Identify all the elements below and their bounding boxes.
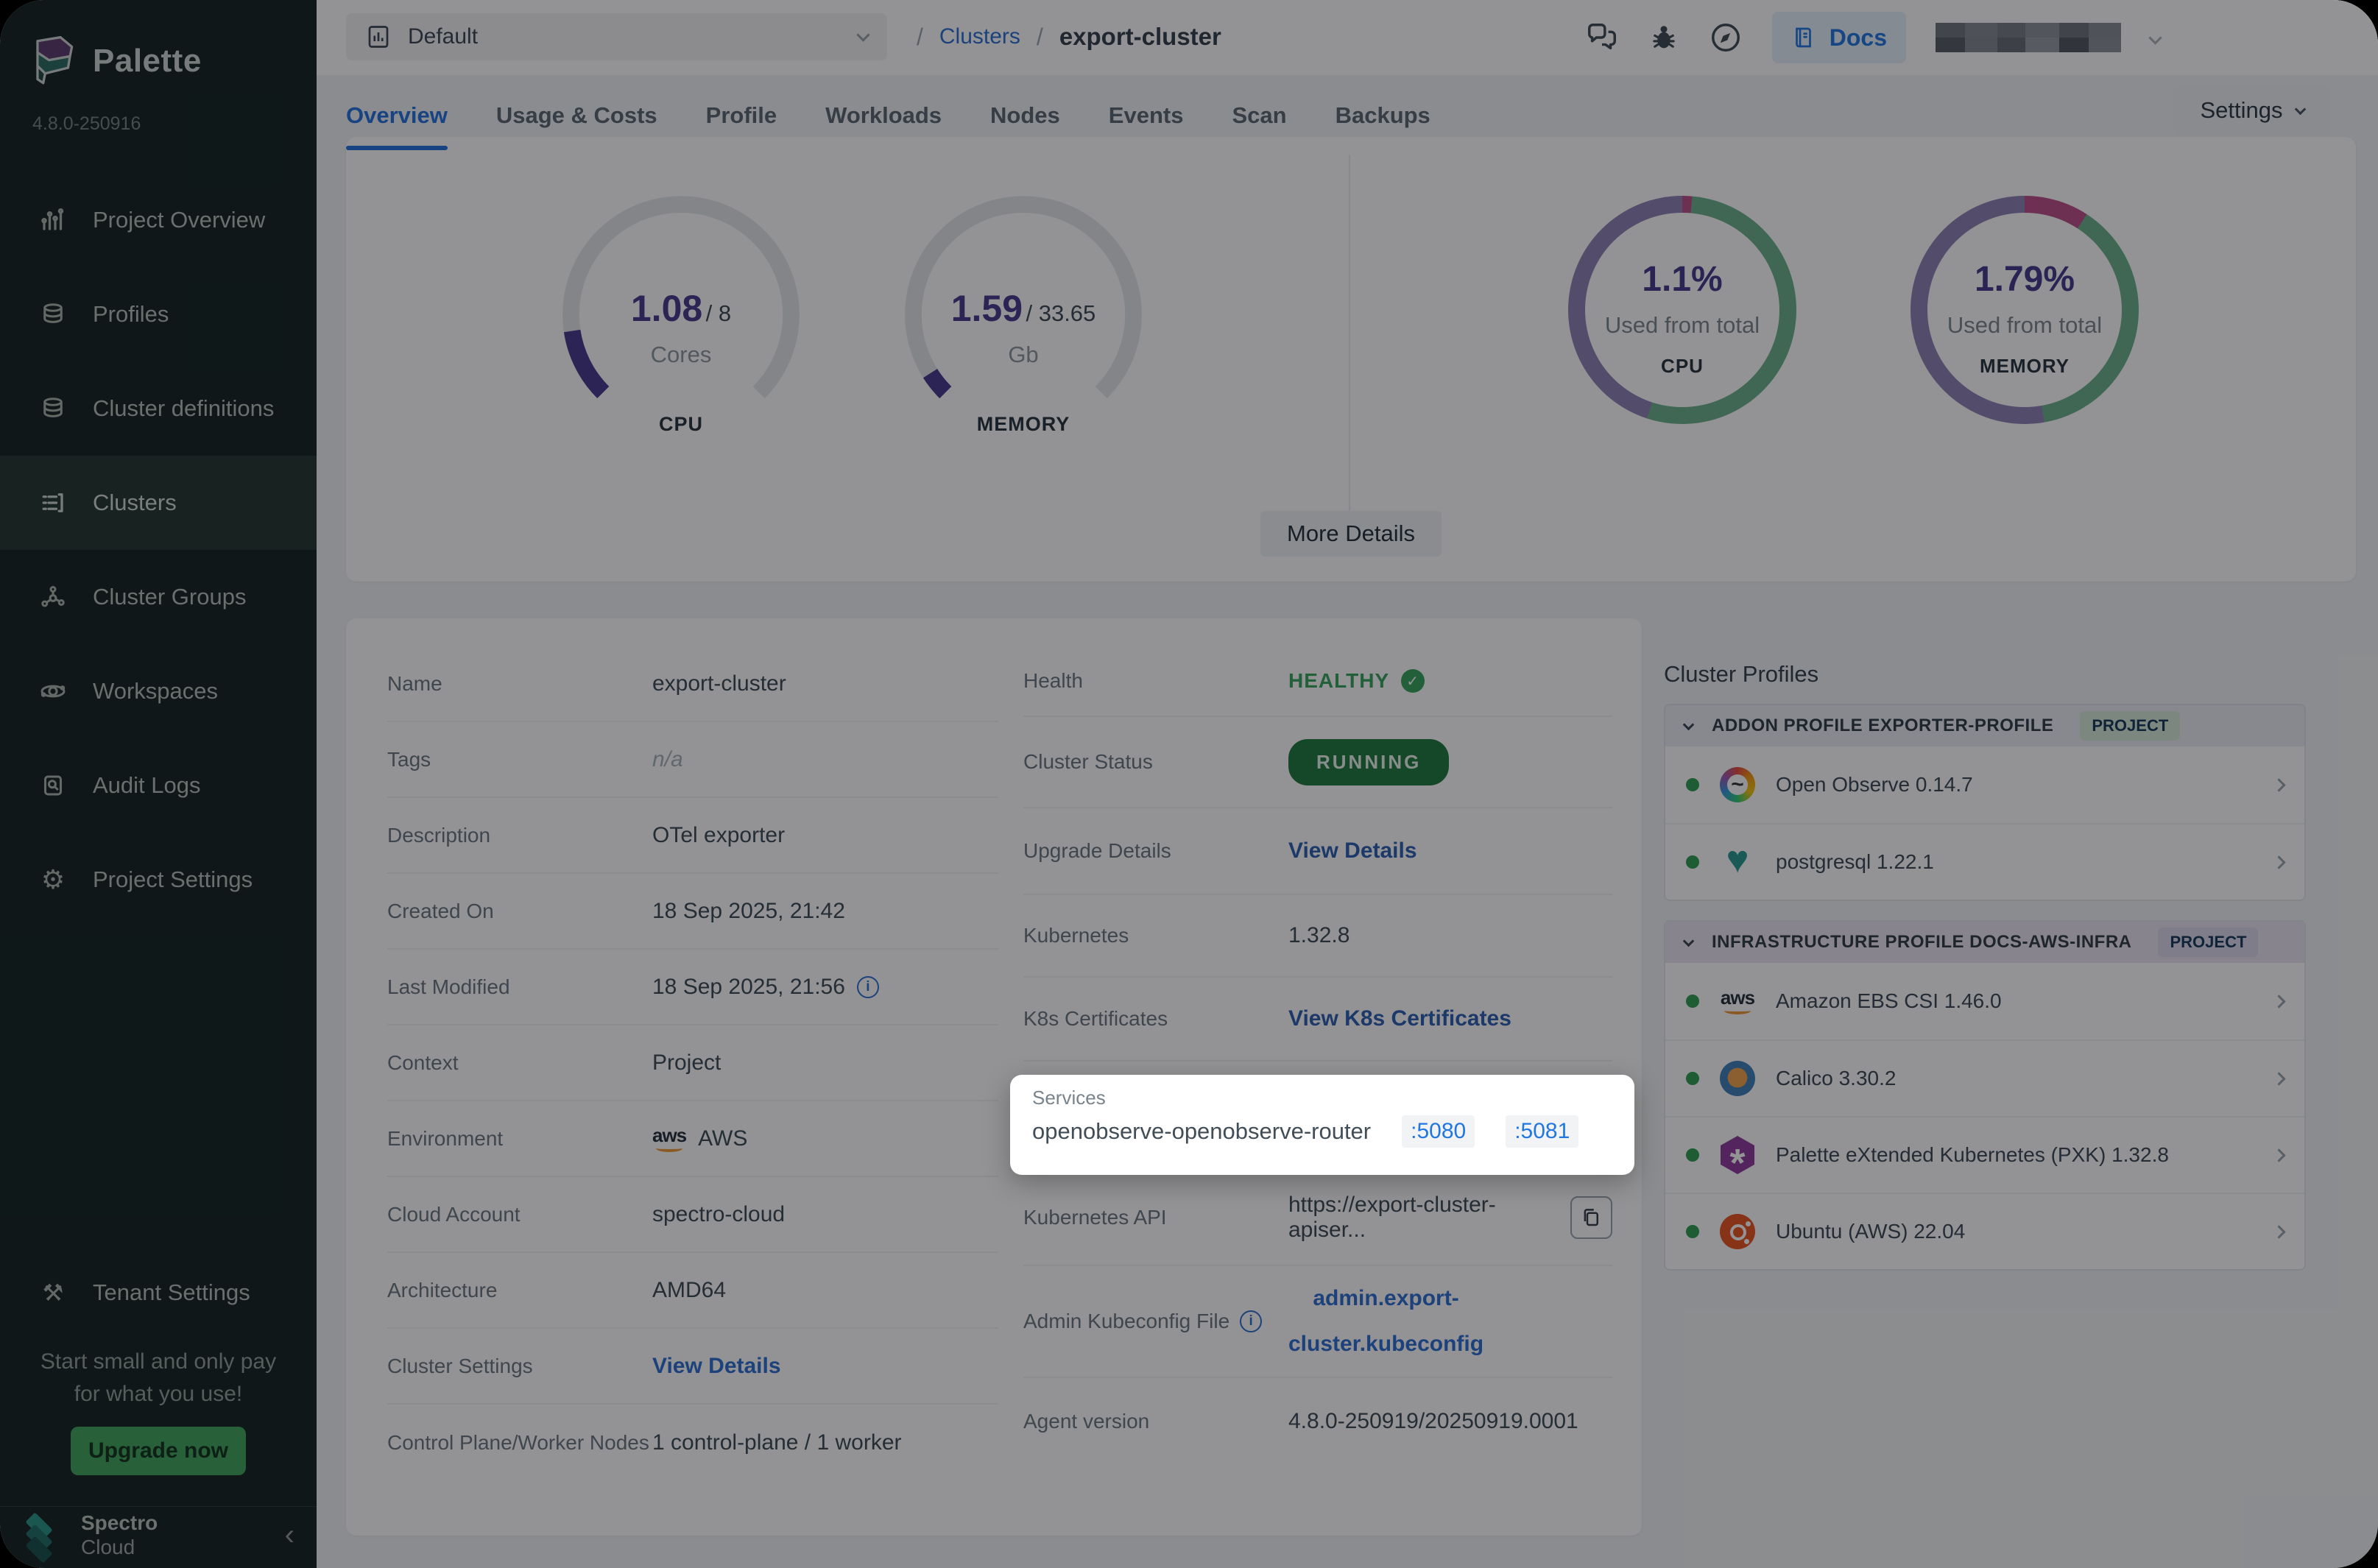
app-window: Palette 4.8.0-250916 Project Overview Pr… (0, 0, 2378, 1568)
service-port-5081-link[interactable]: :5081 (1506, 1115, 1578, 1148)
service-name: openobserve-openobserve-router (1032, 1118, 1371, 1145)
services-label: Services (1032, 1087, 1612, 1109)
tour-dim-overlay (0, 0, 2378, 1568)
service-port-5080-link[interactable]: :5080 (1402, 1115, 1475, 1148)
services-spotlight: Services openobserve-openobserve-router … (1010, 1075, 1634, 1175)
